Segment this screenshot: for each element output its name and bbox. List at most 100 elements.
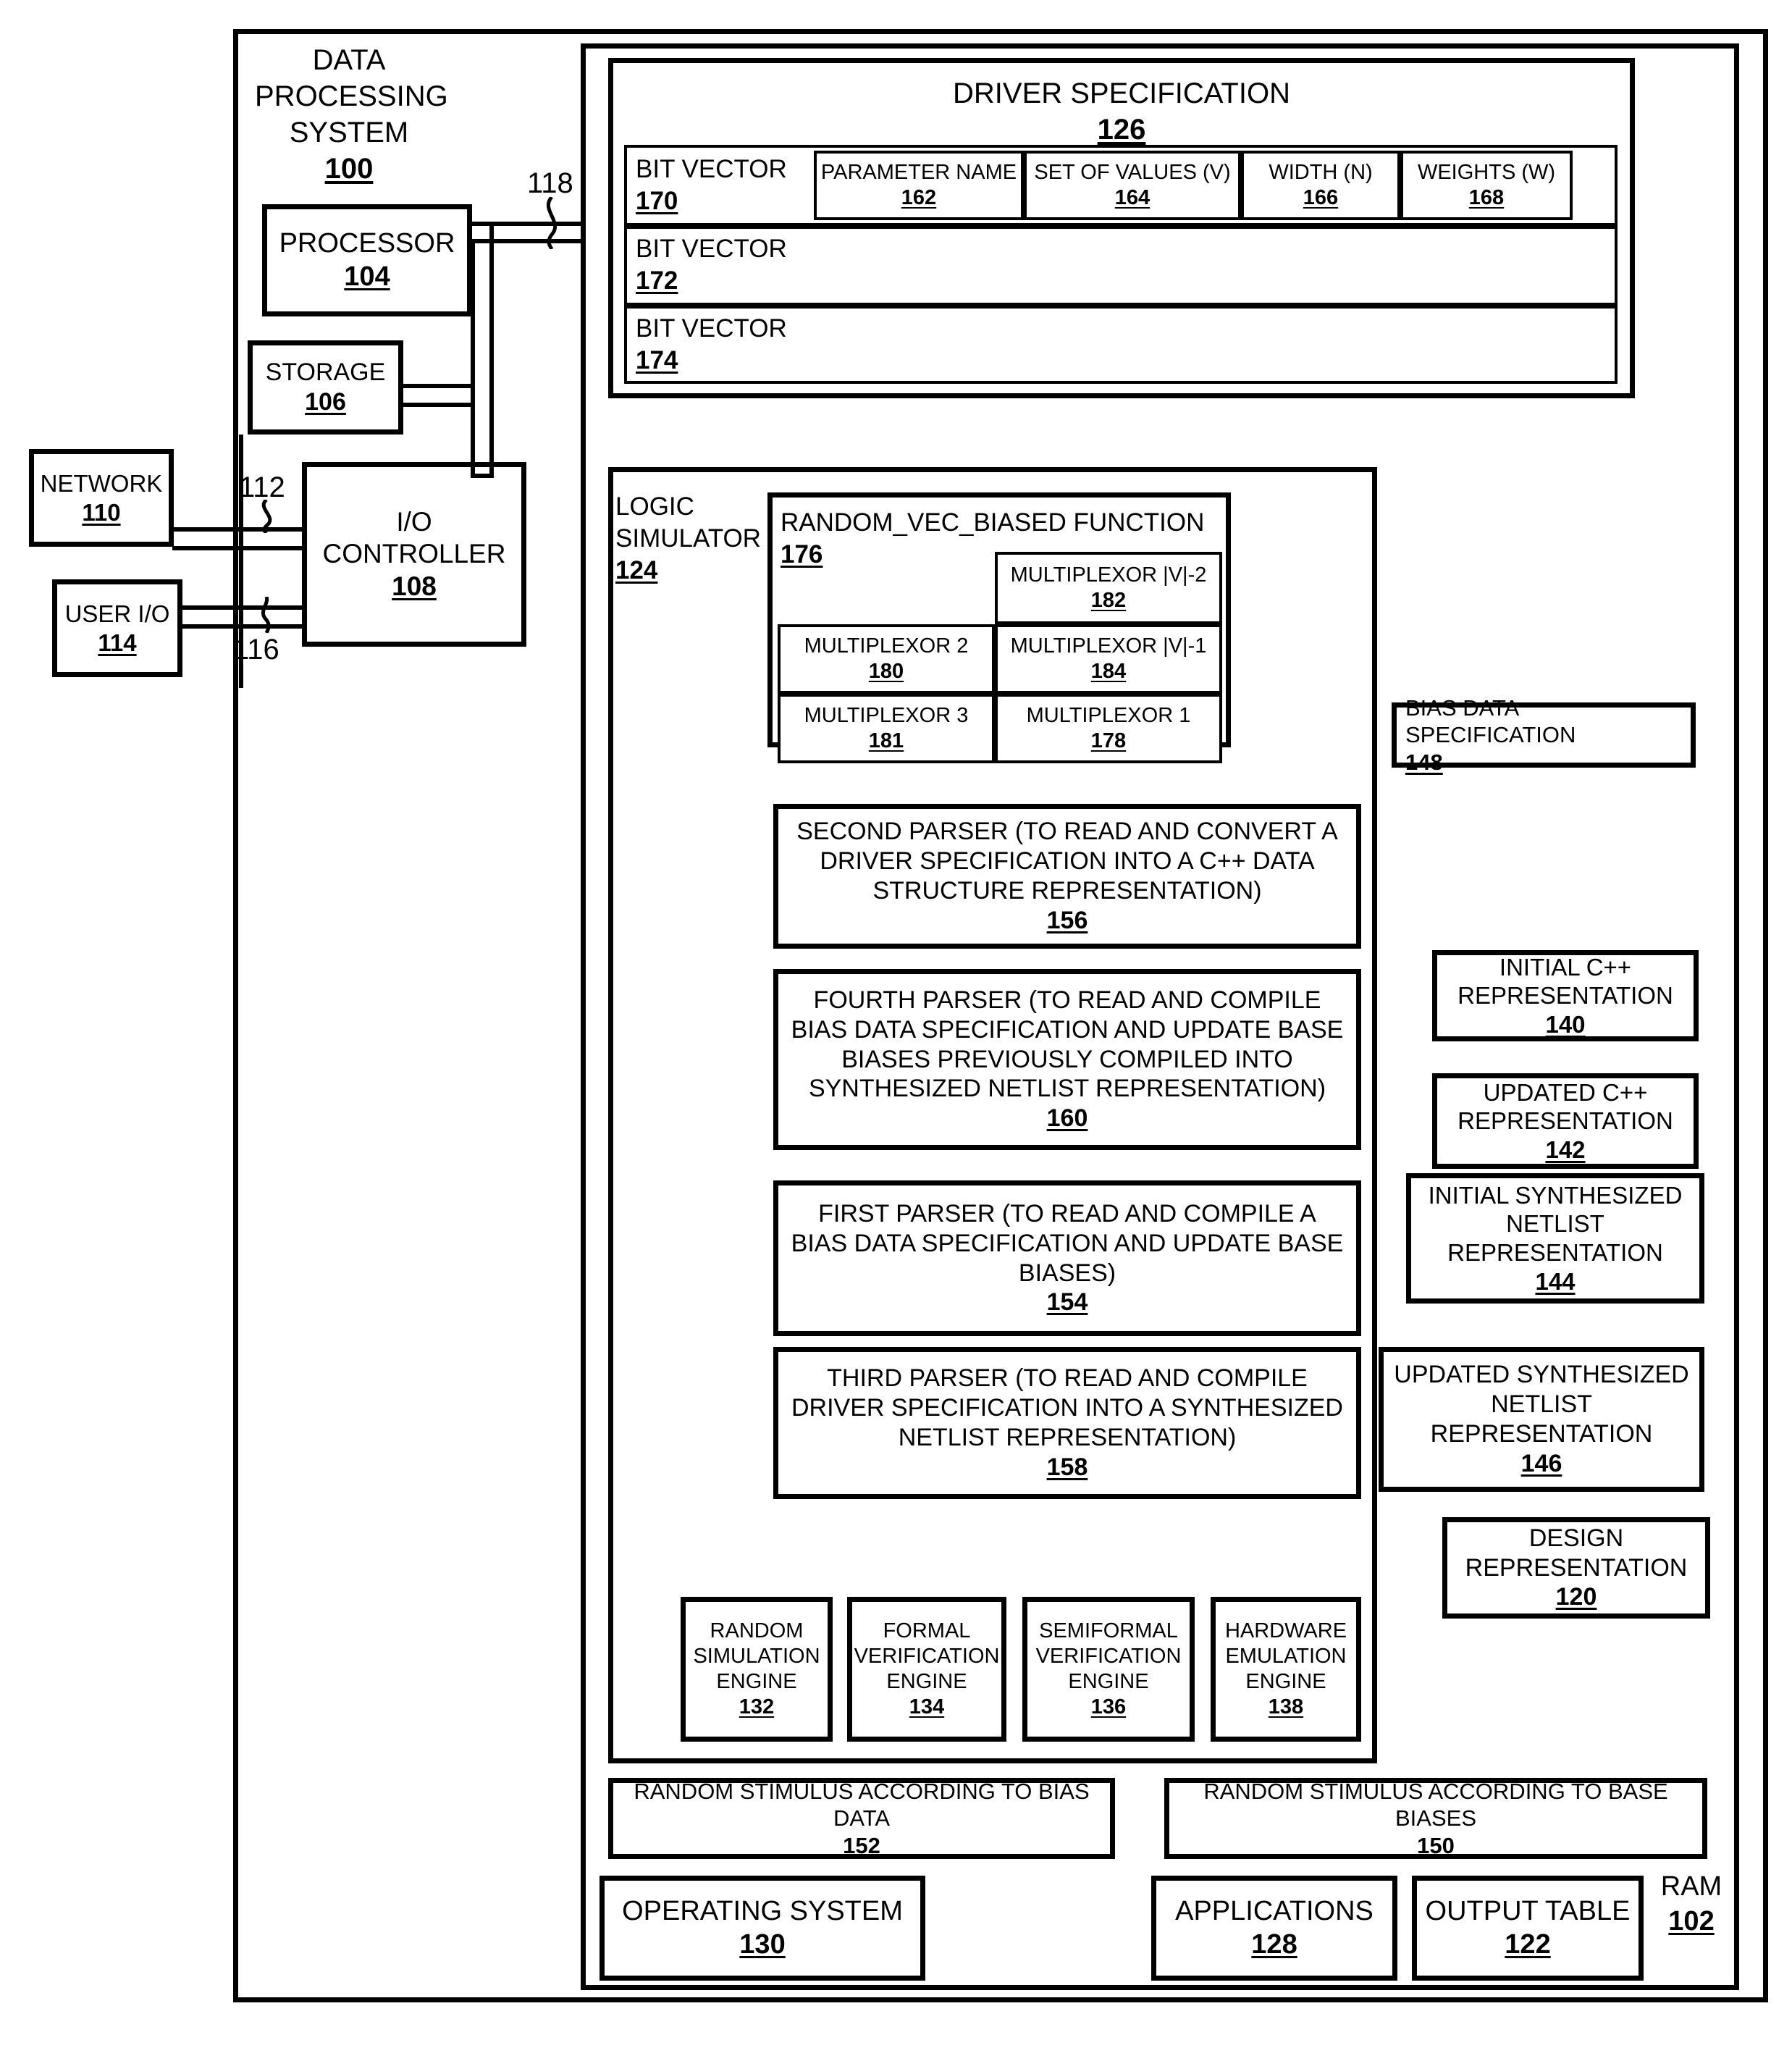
bus-116-label: 116	[233, 631, 279, 668]
bus-storage-bottom	[403, 403, 472, 407]
mux-180-number: 180	[868, 660, 904, 683]
bv172-text: BIT VECTOR	[636, 235, 787, 263]
engine-hardware-emulation-box: HARDWARE EMULATION ENGINE 138	[1211, 1597, 1361, 1742]
out-122-text: OUTPUT TABLE	[1425, 1895, 1631, 1926]
bus-io-vert	[471, 474, 494, 478]
storage-box: STORAGE 106	[248, 340, 403, 435]
col-width-number: 166	[1303, 186, 1339, 209]
engine-136-number: 136	[1090, 1695, 1127, 1718]
engine-136-text: SEMIFORMAL VERIFICATION ENGINE	[1035, 1619, 1182, 1693]
bus-118-label: 118	[527, 165, 573, 201]
rep-142-number: 142	[1545, 1136, 1586, 1163]
ram-label: RAM 102	[1648, 1870, 1735, 1939]
col-weights-label: WEIGHTS (W)	[1417, 161, 1556, 185]
initial-cpp-representation-box: INITIAL C++ REPRESENTATION 140	[1432, 950, 1699, 1041]
parser-first-box: FIRST PARSER (TO READ AND COMPILE A BIAS…	[773, 1180, 1361, 1336]
updated-synthesized-netlist-box: UPDATED SYNTHESIZED NETLIST REPRESENTATI…	[1379, 1347, 1704, 1492]
processor-number: 104	[344, 261, 390, 292]
dps-number: 100	[324, 153, 374, 185]
stim-152-number: 152	[843, 1832, 880, 1858]
wire-network-bottom	[172, 546, 304, 550]
engine-134-text: FORMAL VERIFICATION ENGINE	[854, 1619, 1000, 1693]
column-parameter-name: PARAMETER NAME 162	[814, 151, 1024, 220]
updated-cpp-representation-box: UPDATED C++ REPRESENTATION 142	[1432, 1073, 1699, 1169]
engine-semiformal-verification-box: SEMIFORMAL VERIFICATION ENGINE 136	[1022, 1597, 1195, 1742]
bus-processor-bottom	[471, 239, 586, 243]
driver-spec-number: 126	[1097, 114, 1146, 146]
bus-118-leader-icon	[546, 197, 558, 249]
mux-184-label: MULTIPLEXOR |V|-1	[1010, 634, 1207, 658]
storage-label: STORAGE	[265, 358, 386, 387]
bv174-text: BIT VECTOR	[636, 314, 787, 343]
bus-118-text: 118	[527, 167, 573, 199]
rep-144-number: 144	[1535, 1267, 1576, 1295]
bit-vector-174-label: BIT VECTOR 174	[636, 313, 817, 377]
os-130-text: OPERATING SYSTEM	[622, 1895, 903, 1926]
rep-120-number: 120	[1555, 1583, 1597, 1611]
parser-156-number: 156	[1046, 906, 1088, 934]
stim-152-text: RANDOM STIMULUS ACCORDING TO BIAS DATA	[634, 1779, 1090, 1831]
ls-line2: SIMULATOR	[615, 524, 761, 553]
dps-line3: SYSTEM	[289, 117, 409, 148]
bus-116-text: 116	[233, 634, 279, 666]
ls-line1: LOGIC	[615, 492, 694, 521]
engine-138-number: 138	[1268, 1695, 1304, 1718]
mux-180-label: MULTIPLEXOR 2	[804, 634, 969, 658]
engine-134-number: 134	[909, 1695, 945, 1718]
rep-120-text: DESIGN REPRESENTATION	[1465, 1524, 1688, 1582]
rep-142-text: UPDATED C++ REPRESENTATION	[1457, 1078, 1673, 1135]
parser-third-box: THIRD PARSER (TO READ AND COMPILE DRIVER…	[773, 1347, 1361, 1499]
bias-148-number: 148	[1405, 749, 1443, 775]
mux-184-number: 184	[1090, 660, 1127, 683]
bv172-number: 172	[636, 266, 678, 295]
io-controller-line1: I/O	[396, 506, 432, 537]
bv170-number: 170	[636, 186, 678, 215]
rep-146-number: 146	[1520, 1449, 1562, 1477]
rep-140-number: 140	[1545, 1010, 1586, 1038]
mux-182-label: MULTIPLEXOR |V|-2	[1010, 563, 1207, 587]
multiplexor-2-box: MULTIPLEXOR 2 180	[778, 624, 995, 694]
random-stimulus-base-biases-box: RANDOM STIMULUS ACCORDING TO BASE BIASES…	[1164, 1778, 1707, 1859]
mux-181-number: 181	[868, 729, 904, 752]
dps-line1: DATA	[312, 44, 386, 76]
bv170-text: BIT VECTOR	[636, 155, 787, 183]
ram-text: RAM	[1660, 1871, 1722, 1902]
col-values-number: 164	[1114, 186, 1151, 209]
patent-figure: DATA PROCESSING SYSTEM 100 PROCESSOR 104…	[0, 0, 1792, 2048]
bias-data-specification-box: BIAS DATA SPECIFICATION 148	[1392, 695, 1696, 775]
multiplexor-3-box: MULTIPLEXOR 3 181	[778, 694, 995, 763]
column-width: WIDTH (N) 166	[1241, 151, 1400, 220]
wire-network-top	[172, 527, 304, 532]
processor-label: PROCESSOR	[279, 227, 455, 259]
col-width-label: WIDTH (N)	[1269, 161, 1373, 185]
network-label: NETWORK	[40, 469, 163, 497]
bus-trunk-left	[471, 239, 475, 478]
io-controller-line2: CONTROLLER	[322, 539, 506, 569]
rep-146-text: UPDATED SYNTHESIZED NETLIST REPRESENTATI…	[1394, 1361, 1689, 1448]
col-values-label: SET OF VALUES (V)	[1034, 161, 1231, 185]
multiplexor-v-2-box: MULTIPLEXOR |V|-2 182	[995, 552, 1222, 624]
engine-formal-verification-box: FORMAL VERIFICATION ENGINE 134	[847, 1597, 1006, 1742]
column-weights: WEIGHTS (W) 168	[1400, 151, 1573, 220]
parser-160-number: 160	[1046, 1104, 1088, 1133]
col-weights-number: 168	[1468, 186, 1505, 209]
rep-140-text: INITIAL C++ REPRESENTATION	[1457, 953, 1673, 1010]
user-io-label: USER I/O	[64, 600, 170, 627]
out-122-number: 122	[1505, 1929, 1551, 1960]
multiplexor-v-1-box: MULTIPLEXOR |V|-1 184	[995, 624, 1222, 694]
bus-processor-top	[471, 222, 586, 226]
engine-138-text: HARDWARE EMULATION ENGINE	[1224, 1619, 1347, 1693]
mux-181-label: MULTIPLEXOR 3	[804, 704, 969, 728]
bus-112-leader-icon	[261, 500, 272, 533]
io-controller-box: I/O CONTROLLER 108	[302, 462, 526, 647]
user-io-box: USER I/O 114	[52, 579, 182, 677]
os-130-number: 130	[739, 1929, 786, 1960]
parser-158-text: THIRD PARSER (TO READ AND COMPILE DRIVER…	[791, 1364, 1343, 1451]
bus-112-text: 112	[239, 471, 285, 503]
stim-150-number: 150	[1417, 1832, 1455, 1858]
rvb-label: RANDOM_VEC_BIASED FUNCTION	[781, 508, 1205, 537]
parser-154-text: FIRST PARSER (TO READ AND COMPILE A BIAS…	[791, 1199, 1344, 1287]
mux-182-number: 182	[1090, 589, 1127, 612]
parser-158-number: 158	[1046, 1453, 1088, 1481]
bus-trunk-right	[489, 222, 494, 478]
